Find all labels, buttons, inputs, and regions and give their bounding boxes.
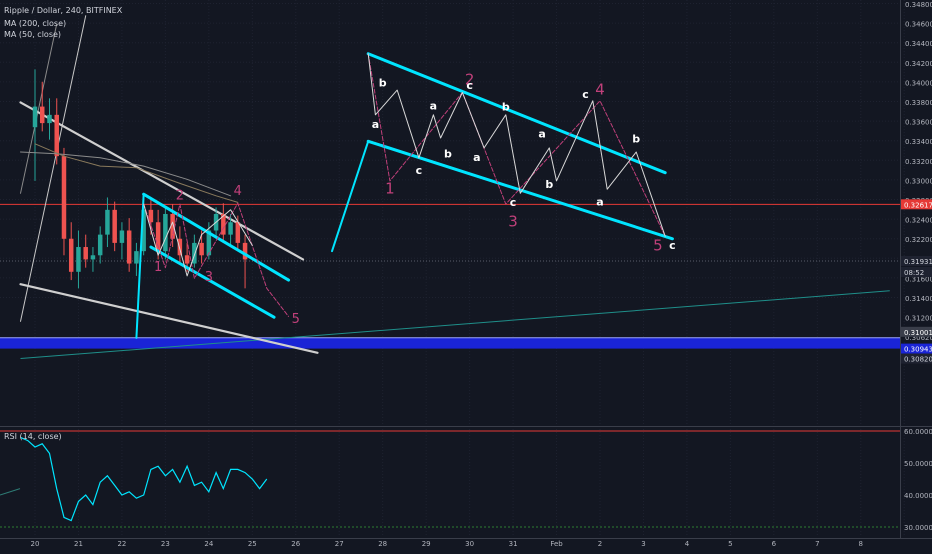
large-wave-label-sub-b: b (379, 76, 387, 89)
candle-body (32, 106, 38, 128)
price-tick-label: 0.33200 (905, 158, 932, 166)
trading-chart[interactable]: 1 2 3 4 5 1 2 3 4 5 a b c a b a c b a c b c a b c 0.34800 0.34600 0… (0, 0, 932, 550)
price-tick-label: 0.34600 (905, 21, 932, 29)
candle-body (112, 209, 117, 243)
zone-bottom-badge: 0.30820 (904, 356, 932, 364)
rsi-legend: RSI (14, close) (4, 432, 62, 441)
time-tick-label: 2 (598, 540, 602, 548)
price-tick-label: 0.33600 (905, 119, 932, 127)
rsi-tick-label: 50.0000 (904, 460, 932, 468)
candle-body (90, 255, 96, 260)
time-tick-label: 31 (509, 540, 518, 548)
time-tick-label: 8 (859, 540, 863, 548)
small-wave-label-primary-4: 4 (234, 184, 242, 199)
chart-canvas[interactable]: 1234512345abcab acbacbcabc0.348000.346000… (0, 0, 932, 550)
price-tick-label: 0.34000 (905, 79, 932, 87)
large-wave-label-sub-a: a (538, 128, 545, 141)
large-wave-label-primary-5: 5 (653, 237, 663, 255)
candle-body (148, 209, 154, 223)
time-tick-label: 23 (161, 540, 170, 548)
price-tick-label: 0.33000 (905, 177, 932, 185)
candle-body (76, 247, 81, 272)
time-tick-label: 4 (685, 540, 690, 548)
candle-body (228, 222, 233, 235)
candle-body (177, 238, 183, 256)
small-wave-label-primary-5: 5 (292, 312, 300, 327)
time-tick-label: 24 (204, 540, 213, 548)
price-tick-label: 0.31400 (905, 295, 932, 303)
large-wave-label-primary-1: 1 (385, 180, 395, 198)
candle-body (105, 209, 110, 235)
large-wave-label-primary-3: 3 (508, 213, 518, 231)
candle-body (199, 242, 204, 256)
price-tick-label: 0.34800 (905, 1, 932, 9)
price-tick-label: 0.33800 (905, 99, 932, 107)
current-price-badge: 0.31931 (904, 258, 932, 266)
time-tick-label: Feb (550, 540, 563, 548)
small-wave-label-primary-2: 2 (176, 188, 184, 203)
large-wave-label-sub-c: c (416, 164, 423, 177)
candle-body (126, 230, 132, 264)
large-wave-label-sub-b: b (444, 148, 452, 161)
large-wave-label-sub-b: b (502, 100, 510, 113)
candle-body (61, 156, 67, 239)
large-wave-label-sub-a: a (372, 118, 379, 131)
price-tick-label: 0.32200 (905, 236, 932, 244)
time-tick-label: 6 (772, 540, 777, 548)
rsi-tick-label: 30.0000 (904, 524, 932, 532)
time-tick-label: 30 (465, 540, 474, 548)
candle-body (97, 234, 103, 256)
zone-mid-badge: 0.30943 (904, 346, 932, 354)
countdown-badge: 08:52 (904, 269, 924, 277)
time-tick-label: 27 (335, 540, 344, 548)
time-tick-label: 22 (117, 540, 126, 548)
price-tick-label: 0.34200 (905, 60, 932, 68)
time-tick-label: 26 (291, 540, 300, 548)
candle-body (163, 213, 168, 252)
time-tick-label: 20 (31, 540, 40, 548)
time-tick-label: 7 (815, 540, 819, 548)
time-tick-label: 28 (378, 540, 387, 548)
price-tick-label: 0.34400 (905, 40, 932, 48)
candle-body (68, 238, 74, 272)
large-wave-label-sub-b: b (545, 178, 553, 191)
large-wave-label-sub-c: c (669, 239, 676, 252)
candle-body (235, 222, 241, 243)
candle-body (134, 251, 139, 264)
time-tick-label: 21 (74, 540, 83, 548)
small-wave-label-primary-1: 1 (154, 260, 162, 275)
price-tick-label: 0.32400 (905, 217, 932, 225)
price-tick-label: 0.31200 (905, 315, 932, 323)
zone-top-badge: 0.31001 (904, 329, 932, 337)
time-tick-label: 29 (422, 540, 431, 548)
small-wave-label-primary-3: 3 (205, 270, 213, 285)
candle-body (47, 114, 52, 124)
ma200-legend: MA (200, close) (4, 19, 67, 28)
large-wave-label-sub-c: c (466, 79, 473, 92)
large-wave-label-sub-c: c (510, 196, 517, 209)
time-tick-label: 5 (728, 540, 732, 548)
time-tick-label: 3 (641, 540, 645, 548)
candle-body (83, 247, 88, 260)
candle-body (119, 230, 125, 243)
candle-body (39, 106, 45, 124)
candle-body (184, 255, 190, 264)
red-level-badge: 0.32617 (904, 201, 932, 209)
ma50-legend: MA (50, close) (4, 30, 62, 39)
large-wave-label-sub-a: a (473, 151, 480, 164)
large-wave-label-sub-a: a (596, 195, 603, 208)
symbol-legend: Ripple / Dollar, 240, BITFINEX (4, 6, 123, 15)
rsi-tick-label: 40.0000 (904, 492, 932, 500)
large-wave-label-sub-c: c (582, 88, 589, 101)
rsi-tick-label: 60.0000 (904, 428, 932, 436)
candle-body (54, 114, 59, 157)
large-wave-label-sub-a: a (430, 100, 437, 113)
large-wave-label-primary-4: 4 (595, 81, 605, 99)
time-tick-label: 25 (248, 540, 257, 548)
price-tick-label: 0.33400 (905, 138, 932, 146)
blue-support-zone (0, 337, 900, 349)
large-wave-label-sub-b: b (632, 133, 640, 146)
